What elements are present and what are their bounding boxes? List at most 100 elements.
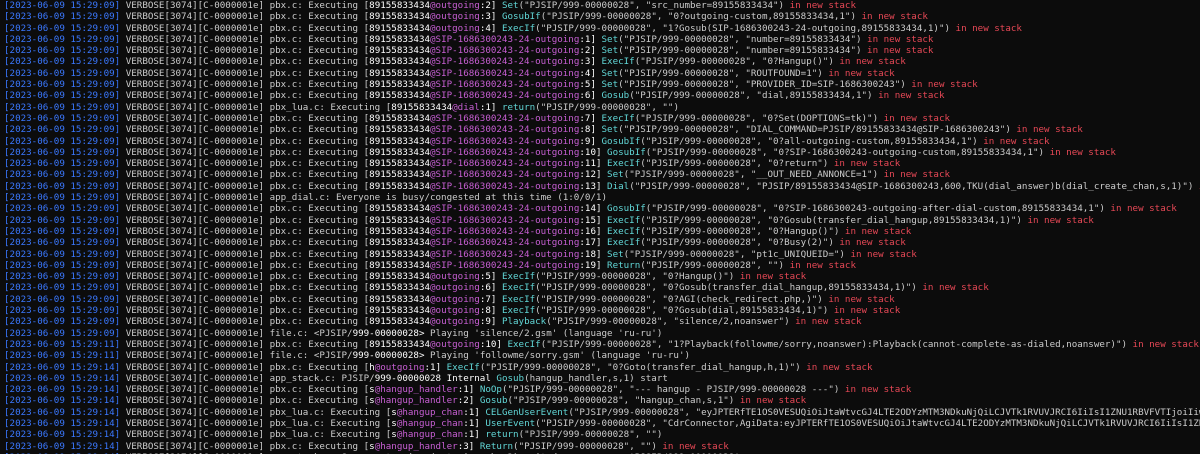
log-source-file: pbx.c:: [269, 214, 303, 226]
log-extension: 89155833434: [369, 56, 431, 68]
log-priority: :17]: [579, 237, 602, 249]
log-stack-note: in new stack: [878, 169, 951, 181]
log-line: [2023-06-09 15:29:09] VERBOSE[3074][C-00…: [4, 11, 1200, 22]
log-source-file: pbx.c:: [269, 180, 303, 192]
log-level: VERBOSE[3074][C-0000001e]: [125, 22, 265, 34]
log-context: @SIP-1686300243-24-outgoing: [430, 203, 580, 215]
log-level: VERBOSE[3074][C-0000001e]: [125, 214, 265, 226]
log-timestamp: [2023-06-09 15:29:09]: [4, 90, 121, 102]
log-arguments: ("PJSIP/999-00000028", "0?Set(DOPTIONS=t…: [634, 112, 879, 124]
log-arguments: ("PJSIP/999-00000028", "PROVIDER_ID=SIP-…: [618, 79, 906, 91]
log-context: @SIP-1686300243-24-outgoing: [430, 56, 580, 68]
log-arguments: ("PJSIP/999-00000028", "0?Busy(2)"): [640, 237, 834, 249]
log-timestamp: [2023-06-09 15:29:09]: [4, 203, 121, 215]
log-timestamp: [2023-06-09 15:29:09]: [4, 192, 121, 204]
log-source-file: app_stack.c:: [269, 372, 336, 384]
log-context: @SIP-1686300243-24-outgoing: [430, 248, 580, 260]
log-arguments: ("PJSIP/999-00000028", "0?outgoing-custo…: [540, 11, 856, 23]
log-priority: :4]: [479, 22, 497, 34]
log-priority: :7]: [479, 293, 497, 305]
log-source-file: pbx.c:: [269, 305, 303, 317]
log-context: @SIP-1686300243-24-outgoing: [430, 214, 580, 226]
log-priority: :12]: [579, 169, 602, 181]
log-arguments: ("PJSIP/999-00000028", ""): [535, 101, 679, 113]
log-message: <PJSIP/: [308, 327, 353, 339]
log-message: Executing [: [302, 440, 370, 452]
log-timestamp: [2023-06-09 15:29:09]: [4, 225, 121, 237]
log-message: Executing [: [302, 237, 370, 249]
log-application: ExecIf: [496, 271, 536, 283]
log-arguments: ("PJSIP/999-00000028", "number=891558334…: [618, 33, 862, 45]
log-source-file: pbx_lua.c:: [269, 101, 325, 113]
log-context: @outgoing: [430, 282, 480, 294]
log-application: ExecIf: [601, 158, 641, 170]
log-level: VERBOSE[3074][C-0000001e]: [125, 395, 265, 407]
log-application: NoOp: [474, 384, 502, 396]
log-source-file: pbx.c:: [269, 395, 303, 407]
log-source-file: file.c:: [269, 350, 309, 362]
log-message: Executing [: [302, 33, 370, 45]
log-message: Executing [: [302, 112, 370, 124]
log-application: Return: [474, 440, 514, 452]
log-level: VERBOSE[3074][C-0000001e]: [125, 203, 265, 215]
log-application: Playback: [496, 316, 547, 328]
log-message: Executing [: [302, 384, 370, 396]
log-priority: Internal: [441, 372, 491, 384]
log-application: ExecIf: [496, 293, 536, 305]
log-message: Executing [: [302, 282, 370, 294]
log-priority: :1]: [579, 33, 596, 45]
log-source-file: pbx.c:: [269, 338, 303, 350]
terminal-window[interactable]: [2023-06-09 15:29:09] VERBOSE[3074][C-00…: [0, 0, 1200, 454]
log-source-file: pbx_lua.c:: [269, 406, 325, 418]
log-stack-note: in new stack: [905, 79, 978, 91]
log-source-file: pbx.c:: [269, 146, 303, 158]
log-timestamp: [2023-06-09 15:29:09]: [4, 135, 121, 147]
log-line: [2023-06-09 15:29:09] VERBOSE[3074][C-00…: [4, 215, 1200, 226]
log-timestamp: [2023-06-09 15:29:14]: [4, 395, 121, 407]
log-level: VERBOSE[3074][C-0000001e]: [125, 350, 265, 362]
log-level: VERBOSE[3074][C-0000001e]: [125, 0, 265, 11]
log-extension: 89155833434: [369, 293, 431, 305]
log-timestamp: [2023-06-09 15:29:09]: [4, 305, 121, 317]
log-source-file: pbx.c:: [269, 282, 303, 294]
log-level: VERBOSE[3074][C-0000001e]: [125, 372, 265, 384]
log-application: ExecIf: [496, 282, 536, 294]
log-source-file: pbx.c:: [269, 11, 303, 23]
log-line: [2023-06-09 15:29:09] VERBOSE[3074][C-00…: [4, 282, 1200, 293]
log-line: [2023-06-09 15:29:14] VERBOSE[3074][C-00…: [4, 407, 1200, 418]
log-stack-note: in new stack: [1021, 214, 1094, 226]
log-source-file: pbx.c:: [269, 22, 303, 34]
log-timestamp: [2023-06-09 15:29:09]: [4, 293, 121, 305]
log-priority: :8]: [479, 305, 497, 317]
log-level: VERBOSE[3074][C-0000001e]: [125, 101, 265, 113]
log-priority: :6]: [579, 90, 596, 102]
log-line: [2023-06-09 15:29:09] VERBOSE[3074][C-00…: [4, 56, 1200, 67]
log-arguments: ("PJSIP/999-00000028", "0?Hangup()"): [640, 225, 840, 237]
log-arguments: ("PJSIP/999-00000028", "0?all-outgoing-c…: [640, 135, 978, 147]
log-line: [2023-06-09 15:29:14] VERBOSE[3074][C-00…: [4, 429, 1200, 440]
log-line: [2023-06-09 15:29:09] VERBOSE[3074][C-00…: [4, 203, 1200, 214]
log-application: ExecIf: [501, 338, 541, 350]
log-line: [2023-06-09 15:29:09] VERBOSE[3074][C-00…: [4, 113, 1200, 124]
log-priority: :19]: [579, 259, 602, 271]
log-line: [2023-06-09 15:29:14] VERBOSE[3074][C-00…: [4, 395, 1200, 406]
log-context: @outgoing: [430, 11, 480, 23]
log-level: VERBOSE[3074][C-0000001e]: [125, 429, 265, 441]
log-timestamp: [2023-06-09 15:29:09]: [4, 33, 121, 45]
log-extension: 89155833434: [369, 146, 431, 158]
log-message: Executing [: [302, 135, 370, 147]
log-timestamp: [2023-06-09 15:29:11]: [4, 338, 121, 350]
log-stack-note: in new stack: [916, 282, 989, 294]
log-arguments: ("PJSIP/999-00000028", "__OUT_NEED_ANNON…: [623, 169, 879, 181]
log-application: ExecIf: [601, 225, 641, 237]
log-message: Executing [: [302, 67, 370, 79]
log-extension: 89155833434: [369, 112, 431, 124]
log-priority: :3]: [579, 56, 596, 68]
log-context: @SIP-1686300243-24-outgoing: [430, 67, 580, 79]
log-level: VERBOSE[3074][C-0000001e]: [125, 225, 265, 237]
log-stack-note: in new stack: [861, 33, 934, 45]
log-arguments: ("PJSIP/999-00000028", ""): [513, 440, 657, 452]
log-application: Set: [601, 248, 624, 260]
log-line: [2023-06-09 15:29:09] VERBOSE[3074][C-00…: [4, 45, 1200, 56]
log-message: Executing [: [302, 225, 370, 237]
